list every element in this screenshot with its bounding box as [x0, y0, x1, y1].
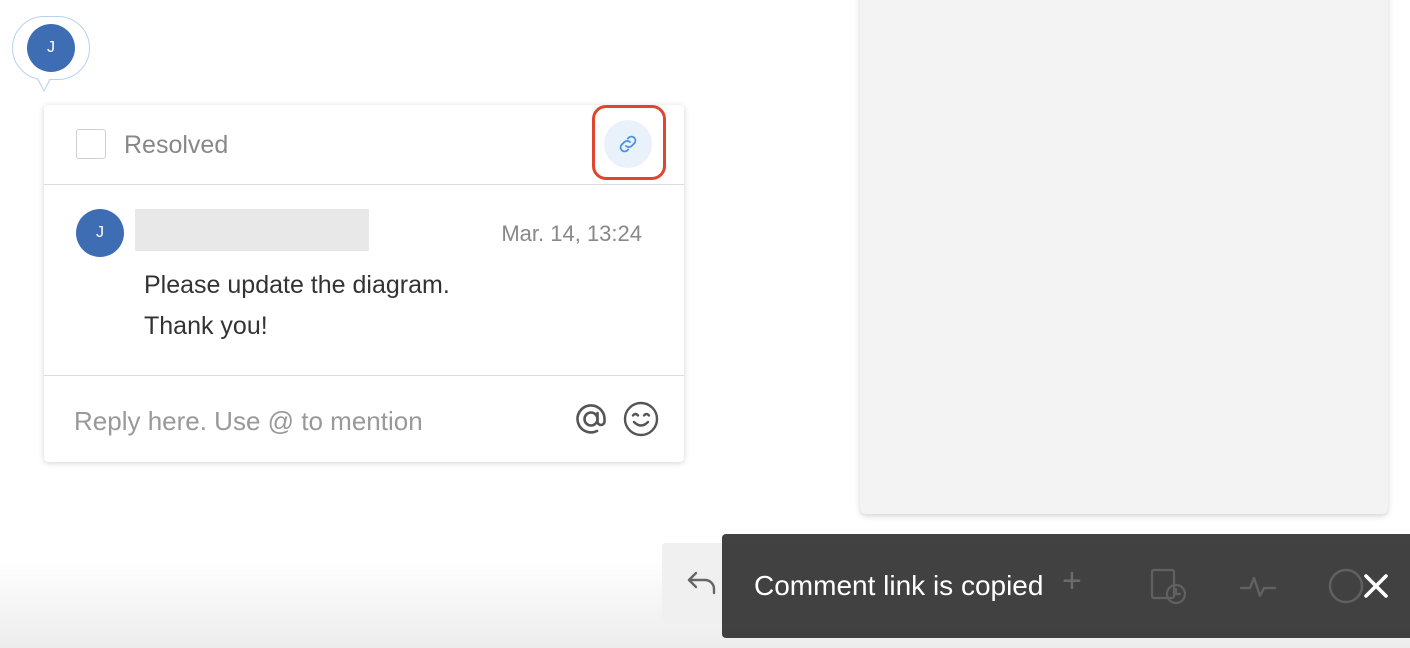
comment-author-avatar: J	[76, 209, 124, 257]
emoji-button[interactable]	[622, 400, 660, 438]
comment-pin[interactable]: J	[12, 16, 90, 92]
comment-card-header: Resolved	[44, 105, 684, 185]
comment-body: Please update the diagram. Thank you!	[144, 265, 450, 347]
comment-timestamp: Mar. 14, 13:24	[501, 221, 642, 246]
toast-notification: Comment link is copied +	[722, 534, 1410, 638]
mention-button[interactable]	[572, 400, 610, 438]
comment-line: Please update the diagram.	[144, 271, 450, 299]
undo-icon	[687, 571, 716, 595]
link-icon	[619, 135, 637, 153]
history-icon	[1150, 568, 1187, 605]
activity-icon-behind-toast	[1238, 566, 1278, 606]
close-icon	[1364, 574, 1388, 598]
reply-input[interactable]	[72, 400, 556, 442]
comment-author-name-redacted	[135, 209, 369, 251]
history-icon-behind-toast	[1148, 566, 1188, 606]
comment-card: Resolved J Mar. 14, 13:24 Please update …	[44, 105, 684, 462]
side-panel	[860, 0, 1388, 514]
pin-avatar: J	[27, 24, 75, 72]
reply-area	[44, 375, 684, 463]
at-icon	[576, 404, 606, 434]
pin-tail	[36, 74, 52, 90]
resolved-label: Resolved	[124, 131, 229, 159]
resolved-checkbox[interactable]	[76, 129, 106, 159]
comment-line: Thank you!	[144, 312, 268, 340]
undo-button[interactable]	[682, 563, 722, 603]
toast-close-button[interactable]	[1360, 570, 1392, 602]
toast-message: Comment link is copied	[754, 570, 1044, 601]
activity-icon	[1239, 576, 1277, 598]
copy-link-button[interactable]	[604, 120, 652, 168]
smiley-icon	[623, 401, 659, 437]
add-icon-behind-toast: +	[1062, 562, 1082, 600]
